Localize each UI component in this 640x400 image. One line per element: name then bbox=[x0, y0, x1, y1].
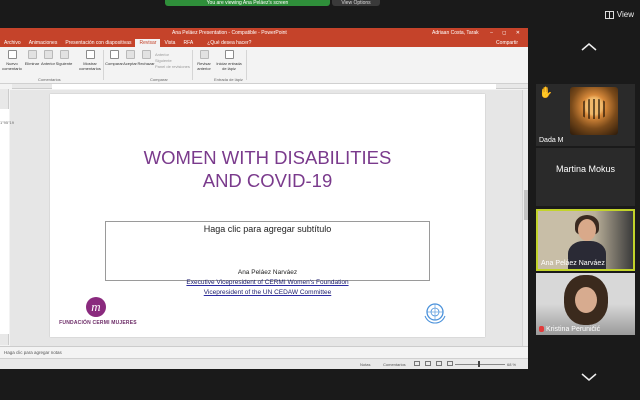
presenter-name: Ana Peláez Narváez bbox=[237, 269, 298, 276]
chevron-up-icon[interactable] bbox=[580, 42, 598, 52]
ribbon-label: Iniciar entrada de lápiz bbox=[216, 61, 242, 71]
sorter-view-icon[interactable] bbox=[425, 361, 431, 366]
ribbon-label: Rechazar bbox=[137, 61, 155, 66]
ribbon-small-panel[interactable]: Panel de revisiones bbox=[155, 64, 190, 69]
comment-icon bbox=[7, 50, 17, 59]
zoom-slider-thumb[interactable] bbox=[478, 361, 480, 367]
ppt-ribbon: Nuevo comentario Eliminar Anterior Sigui… bbox=[0, 47, 528, 84]
cermi-logo-mark: m bbox=[86, 297, 106, 317]
reject-icon bbox=[141, 50, 151, 59]
tab-archivo[interactable]: Archivo bbox=[0, 39, 25, 47]
participant-tile[interactable]: ✋ Dada M bbox=[536, 84, 635, 146]
show-comments-icon bbox=[85, 50, 95, 59]
ppt-window-title: Ana Peláez Presentation - Compatible - P… bbox=[172, 30, 287, 36]
tab-presentacion[interactable]: Presentación con diapositivas bbox=[61, 39, 135, 47]
screen-share-banner[interactable]: You are viewing Ana Peláez's screen bbox=[165, 0, 330, 6]
mic-muted-icon bbox=[539, 326, 544, 332]
show-comments-button[interactable]: Mostrar comentarios bbox=[78, 50, 102, 71]
tab-vista[interactable]: Vista bbox=[160, 39, 179, 47]
participant-name: Kristina Peruničić bbox=[546, 326, 601, 333]
compare-icon bbox=[109, 50, 119, 59]
fundacion-cermi-logo: m FUNDACIÓN CERMI MUJERES bbox=[58, 297, 138, 326]
raised-hand-icon: ✋ bbox=[539, 87, 553, 99]
start-inking-button[interactable]: Iniciar entrada de lápiz bbox=[216, 50, 242, 71]
next-comment-button[interactable]: Siguiente bbox=[54, 50, 74, 66]
participant-name: Dada M bbox=[539, 137, 564, 144]
slide-title[interactable]: WOMEN WITH DISABILITIES AND COVID-19 bbox=[50, 146, 485, 192]
presenter-role-1: Executive Vicepresident of CERMI Women's… bbox=[186, 279, 349, 286]
next-icon bbox=[59, 50, 69, 59]
notes-toggle[interactable]: Notas bbox=[360, 362, 370, 367]
tell-me-search[interactable]: ¿Qué desea hacer? bbox=[203, 39, 255, 47]
un-emblem-icon bbox=[424, 303, 446, 324]
share-button[interactable]: Compartir bbox=[492, 39, 522, 47]
tab-animaciones[interactable]: Animaciones bbox=[25, 39, 62, 47]
title-line-1: WOMEN WITH DISABILITIES bbox=[143, 147, 392, 168]
pen-icon bbox=[224, 50, 234, 59]
subtitle-placeholder: Haga clic para agregar subtítulo bbox=[203, 224, 332, 234]
participant-avatar bbox=[570, 87, 618, 135]
participant-tile-active-speaker[interactable]: Ana Peláez Narváez bbox=[536, 209, 635, 271]
new-comment-button[interactable]: Nuevo comentario bbox=[2, 50, 22, 71]
comments-toggle[interactable]: Comentarios bbox=[383, 362, 406, 367]
presenter-role-2: Vicepresident of the UN CEDAW Committee bbox=[203, 289, 332, 296]
ruler-area bbox=[0, 109, 9, 334]
ribbon-separator bbox=[246, 50, 247, 80]
ribbon-label: Nuevo comentario bbox=[2, 61, 22, 71]
ribbon-small-next[interactable]: Siguiente bbox=[155, 58, 172, 63]
participant-video-face bbox=[578, 219, 596, 241]
zoom-level[interactable]: 68 % bbox=[507, 362, 516, 367]
group-entrada-lapiz: Entrada de lápiz bbox=[214, 77, 243, 82]
previous-icon bbox=[43, 50, 53, 59]
accept-icon bbox=[125, 50, 135, 59]
ribbon-label: Revisar anterior bbox=[197, 61, 211, 71]
zoom-slider[interactable] bbox=[455, 364, 505, 365]
group-comparar: Comparar bbox=[150, 77, 168, 82]
vertical-ruler bbox=[0, 89, 9, 345]
participant-name: Ana Peláez Narváez bbox=[541, 260, 605, 267]
window-controls[interactable]: – ◻ ✕ bbox=[490, 28, 524, 38]
normal-view-icon[interactable] bbox=[414, 361, 420, 366]
vertical-scrollbar[interactable] bbox=[522, 90, 528, 346]
group-comentarios: Comentarios bbox=[38, 77, 61, 82]
view-switcher bbox=[414, 361, 453, 366]
view-options-button[interactable]: View Options bbox=[332, 0, 380, 6]
chevron-down-icon[interactable] bbox=[580, 372, 598, 382]
participant-tile[interactable]: Martina Mokus bbox=[536, 148, 635, 206]
delete-icon bbox=[27, 50, 37, 59]
participant-name-row: Kristina Peruničić bbox=[539, 326, 600, 333]
reading-view-icon[interactable] bbox=[436, 361, 442, 366]
review-icon bbox=[199, 50, 209, 59]
notes-pane[interactable]: Haga clic para agregar notas bbox=[0, 346, 528, 357]
ruler-area bbox=[52, 84, 496, 89]
ppt-ribbon-tabs: Archivo Animaciones Presentación con dia… bbox=[0, 38, 528, 47]
tab-revisar[interactable]: Revisar bbox=[135, 39, 161, 47]
ppt-titlebar: Ana Peláez Presentation - Compatible - P… bbox=[0, 28, 528, 38]
left-ruler-mark: 1"95"19 bbox=[0, 120, 14, 125]
horizontal-ruler bbox=[12, 84, 528, 89]
ppt-status-bar: Notas Comentarios 68 % bbox=[0, 358, 528, 369]
scroll-thumb[interactable] bbox=[524, 190, 528, 220]
review-previous-button[interactable]: Revisar anterior bbox=[194, 50, 214, 71]
participant-tile[interactable]: Kristina Peruničić bbox=[536, 273, 635, 335]
participant-name: Martina Mokus bbox=[555, 164, 616, 174]
reject-button[interactable]: Rechazar bbox=[136, 50, 156, 66]
participant-video-face bbox=[575, 287, 597, 313]
ribbon-label: Siguiente bbox=[55, 61, 73, 66]
participant-gallery: ✋ Dada M Martina Mokus Ana Peláez Narváe… bbox=[531, 0, 640, 400]
ribbon-label: Aceptar bbox=[123, 61, 137, 66]
ribbon-label: Anterior bbox=[40, 61, 55, 66]
slide[interactable]: WOMEN WITH DISABILITIES AND COVID-19 Hag… bbox=[50, 94, 485, 337]
cermi-logo-text: FUNDACIÓN CERMI MUJERES bbox=[59, 320, 137, 326]
title-line-2: AND COVID-19 bbox=[202, 170, 333, 191]
ribbon-separator bbox=[192, 50, 193, 80]
slideshow-view-icon[interactable] bbox=[447, 361, 453, 366]
ribbon-small-previous[interactable]: Anterior bbox=[155, 52, 169, 57]
tab-rfa[interactable]: RFA bbox=[179, 39, 197, 47]
screen: You are viewing Ana Peláez's screen View… bbox=[0, 0, 640, 400]
ppt-user[interactable]: Adriaan Costa, Tarak bbox=[432, 28, 479, 38]
ribbon-label: Mostrar comentarios bbox=[79, 61, 101, 71]
